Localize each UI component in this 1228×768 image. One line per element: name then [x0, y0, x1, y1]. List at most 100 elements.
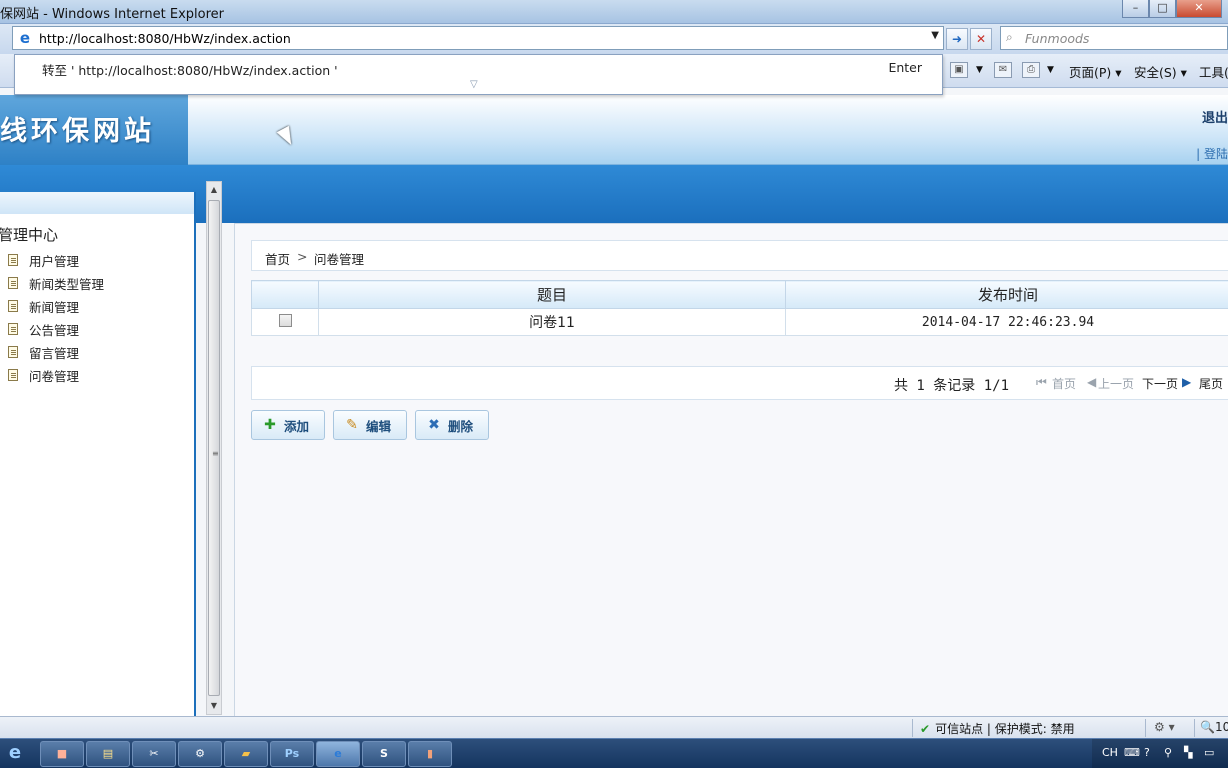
- site-logo: 线环保网站: [0, 95, 188, 165]
- pencil-icon: ✎: [346, 417, 358, 433]
- delete-icon: ✖: [428, 417, 440, 433]
- chevron-right-icon: >: [297, 249, 308, 264]
- address-dropdown-icon[interactable]: ▼: [931, 30, 939, 41]
- sidebar-item-news-types[interactable]: 新闻类型管理: [8, 273, 104, 293]
- feeds-dropdown-icon[interactable]: ▼: [976, 65, 983, 75]
- address-url[interactable]: http://localhost:8080/HbWz/index.action: [39, 31, 291, 46]
- system-tray: CH ⌨ ? ⚲ ▚ ▭: [1092, 739, 1228, 768]
- delete-button-label: 删除: [448, 418, 474, 434]
- document-icon: [8, 277, 18, 289]
- sidebar-header: [0, 192, 194, 214]
- scroll-up-icon[interactable]: ▲: [207, 182, 221, 198]
- breadcrumb-home[interactable]: 首页: [265, 249, 290, 268]
- status-bar: ✔ 可信站点 | 保护模式: 禁用 ⚙ ▾ 🔍10: [0, 716, 1228, 738]
- feeds-icon[interactable]: ▣: [950, 62, 968, 78]
- print-dropdown-icon[interactable]: ▼: [1047, 65, 1054, 75]
- zoom-level[interactable]: 🔍10: [1200, 720, 1228, 734]
- stop-button[interactable]: ✕: [970, 28, 992, 50]
- sidebar-item-label: 问卷管理: [29, 368, 80, 384]
- edit-button[interactable]: ✎ 编辑: [333, 410, 407, 440]
- taskbar: e ■ ▤ ✂ ⚙ ▰ Ps e S ▮ CH ⌨ ? ⚲ ▚ ▭: [0, 738, 1228, 768]
- mail-icon[interactable]: ✉: [994, 62, 1012, 78]
- next-page-icon[interactable]: ▶: [1182, 375, 1191, 389]
- autocomplete-expand-icon[interactable]: ▽: [470, 79, 478, 90]
- address-autocomplete[interactable]: 转至 ' http://localhost:8080/HbWz/index.ac…: [14, 54, 943, 95]
- autocomplete-suggestion[interactable]: 转至 ' http://localhost:8080/HbWz/index.ac…: [42, 60, 338, 79]
- row-title: 问卷11: [318, 308, 786, 336]
- trusted-zone-text: 可信站点 | 保护模式: 禁用: [935, 722, 1075, 736]
- ie-quicklaunch-icon[interactable]: e: [0, 739, 30, 768]
- sidebar-item-label: 新闻类型管理: [29, 276, 105, 292]
- page-menu[interactable]: 页面(P) ▾: [1069, 62, 1122, 81]
- network-icon[interactable]: ▚: [1184, 746, 1192, 759]
- column-header-select: [251, 280, 319, 309]
- column-header-title: 题目: [318, 280, 786, 309]
- language-indicator[interactable]: CH: [1102, 746, 1118, 759]
- breadcrumb: 首页 > 问卷管理: [251, 240, 1228, 271]
- sidebar-item-label: 新闻管理: [29, 299, 80, 315]
- address-bar[interactable]: e http://localhost:8080/HbWz/index.actio…: [12, 26, 944, 50]
- edit-button-label: 编辑: [366, 418, 392, 434]
- ie-page-icon: e: [19, 29, 31, 47]
- sidebar-item-label: 用户管理: [29, 253, 80, 269]
- table-row[interactable]: 问卷11 2014-04-17 22:46:23.94: [251, 308, 1228, 336]
- minimize-button[interactable]: –: [1122, 0, 1149, 18]
- next-page-link[interactable]: 下一页: [1142, 375, 1178, 392]
- window-controls: – □ ✕: [1122, 0, 1222, 18]
- go-button[interactable]: ➜: [946, 28, 968, 50]
- sidebar-item-users[interactable]: 用户管理: [8, 250, 79, 270]
- main-panel: 首页 > 问卷管理 题目 发布时间 问卷11 2014-04-17 22:46:…: [234, 223, 1228, 716]
- sidebar: 管理中心 用户管理 新闻类型管理 新闻管理 公告管理 留言管理 问卷管理: [0, 192, 196, 716]
- tray-app-icon[interactable]: ⚲: [1164, 746, 1172, 759]
- zoom-icon: 🔍: [1200, 720, 1215, 734]
- keyboard-icon[interactable]: ⌨: [1124, 746, 1140, 759]
- tools-icon[interactable]: ✂: [132, 741, 176, 767]
- delete-button[interactable]: ✖ 删除: [415, 410, 489, 440]
- document-icon: [8, 323, 18, 335]
- scroll-thumb[interactable]: ≡: [208, 200, 220, 696]
- row-checkbox[interactable]: [278, 313, 292, 327]
- folder-icon[interactable]: ▤: [86, 741, 130, 767]
- last-page-link[interactable]: 尾页: [1199, 375, 1223, 392]
- site-banner: 线环保网站 退出 | 登陆: [0, 95, 1228, 165]
- photoshop-icon[interactable]: Ps: [270, 741, 314, 767]
- maximize-button[interactable]: □: [1149, 0, 1176, 18]
- sidebar-item-announcements[interactable]: 公告管理: [8, 319, 79, 339]
- add-button[interactable]: ✚ 添加: [251, 410, 325, 440]
- close-window-button[interactable]: ✕: [1176, 0, 1222, 18]
- sidebar-scrollbar[interactable]: ▲ ≡ ▼: [206, 181, 222, 715]
- logout-link[interactable]: 退出: [1202, 107, 1228, 126]
- plus-icon: ✚: [264, 417, 276, 433]
- scroll-down-icon[interactable]: ▼: [207, 698, 221, 714]
- monitor-icon[interactable]: ▭: [1204, 746, 1214, 759]
- ie-taskbar-icon[interactable]: e: [316, 741, 360, 767]
- print-icon[interactable]: ⎙: [1022, 62, 1040, 78]
- s-app-icon[interactable]: S: [362, 741, 406, 767]
- sidebar-title: 管理中心: [0, 226, 59, 244]
- checkmark-icon: ✔: [920, 722, 931, 736]
- safety-menu[interactable]: 安全(S) ▾: [1134, 62, 1187, 81]
- search-placeholder: Funmoods: [1025, 31, 1090, 46]
- globe-icon[interactable]: ⚙ ▾: [1154, 720, 1175, 734]
- search-box[interactable]: ⌕ Funmoods: [1000, 26, 1228, 50]
- taskbar-app-1-icon[interactable]: ■: [40, 741, 84, 767]
- image-app-icon[interactable]: ▮: [408, 741, 452, 767]
- survey-table: 题目 发布时间 问卷11 2014-04-17 22:46:23.94: [251, 280, 1228, 336]
- prev-page-icon: ◀: [1087, 375, 1097, 389]
- document-icon: [8, 346, 18, 358]
- row-select-cell: [251, 308, 319, 336]
- trusted-zone[interactable]: ✔ 可信站点 | 保护模式: 禁用: [920, 720, 1075, 737]
- gear-icon[interactable]: ⚙: [178, 741, 222, 767]
- pager: 共 1 条记录 1/1 ⏮ 首页 ◀ 上一页 下一页 ▶ 尾页: [251, 366, 1228, 400]
- book-icon[interactable]: ▰: [224, 741, 268, 767]
- document-icon: [8, 369, 18, 381]
- sidebar-item-label: 留言管理: [29, 345, 80, 361]
- prev-page-link: 上一页: [1098, 377, 1135, 391]
- sidebar-item-messages[interactable]: 留言管理: [8, 342, 79, 362]
- window-title: 保网站 - Windows Internet Explorer: [0, 7, 224, 22]
- help-icon[interactable]: ?: [1144, 746, 1150, 759]
- sidebar-item-news[interactable]: 新闻管理: [8, 296, 79, 316]
- document-icon: [8, 254, 18, 266]
- tools-menu[interactable]: 工具(: [1199, 62, 1228, 81]
- sidebar-item-surveys[interactable]: 问卷管理: [8, 365, 79, 385]
